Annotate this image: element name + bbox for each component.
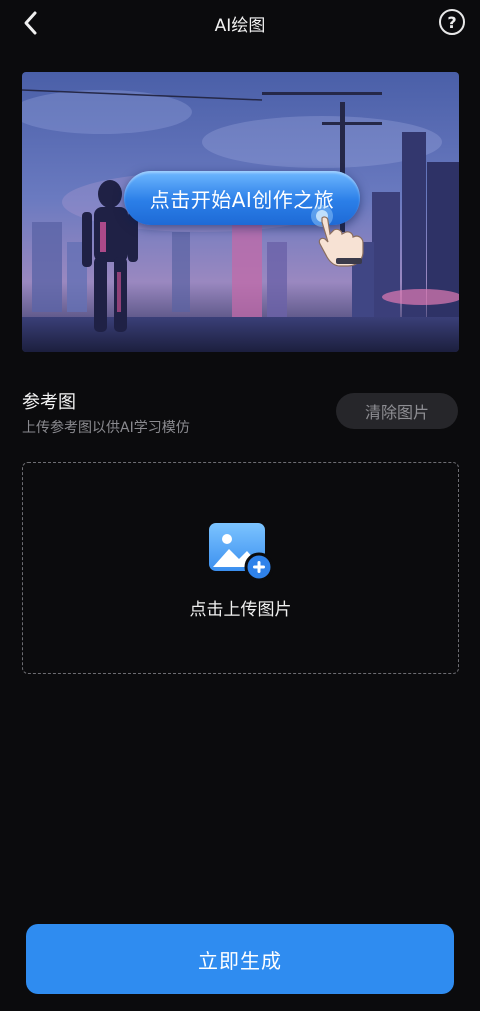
clear-image-button[interactable]: 清除图片 — [336, 393, 458, 429]
add-image-icon — [209, 523, 273, 581]
header-bar: AI绘图 ? — [0, 0, 480, 46]
pointing-hand-icon — [311, 205, 364, 267]
reference-title: 参考图 — [22, 392, 76, 413]
upload-image-label: 点击上传图片 — [189, 600, 292, 620]
upload-image-area[interactable]: 点击上传图片 — [22, 462, 459, 674]
generate-now-button[interactable]: 立即生成 — [26, 924, 454, 994]
start-creation-banner[interactable]: 点击开始AI创作之旅 — [22, 72, 459, 352]
help-button[interactable]: ? — [439, 9, 465, 35]
ai-drawing-page: AI绘图 ? 点击开始AI创作之旅 参考图 上传参考图以供AI学习模仿 清除图片… — [0, 0, 480, 1011]
page-title: AI绘图 — [214, 16, 266, 36]
reference-subtitle: 上传参考图以供AI学习模仿 — [22, 420, 190, 436]
